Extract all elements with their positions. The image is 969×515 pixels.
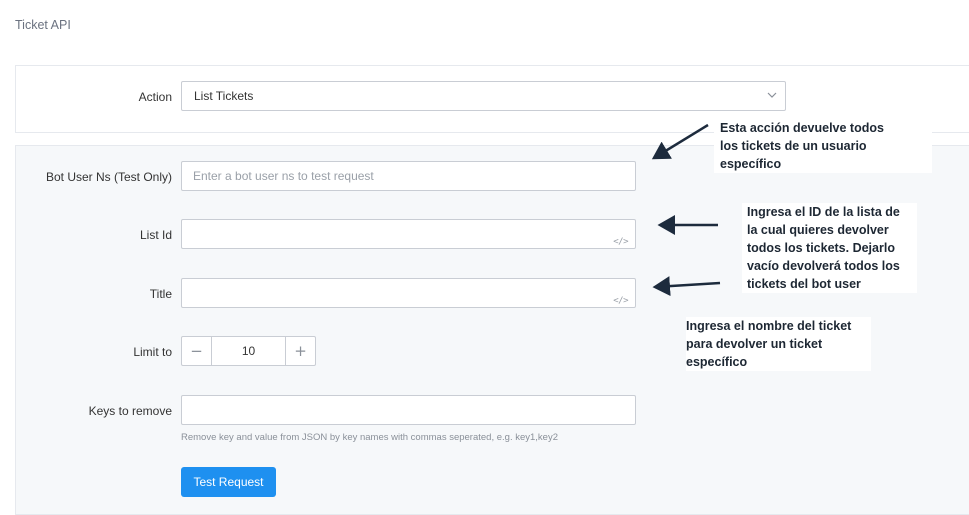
arrow-to-bot-user-ns	[651, 123, 709, 160]
arrow-to-title	[652, 276, 721, 297]
annotation-arrows	[651, 123, 721, 297]
